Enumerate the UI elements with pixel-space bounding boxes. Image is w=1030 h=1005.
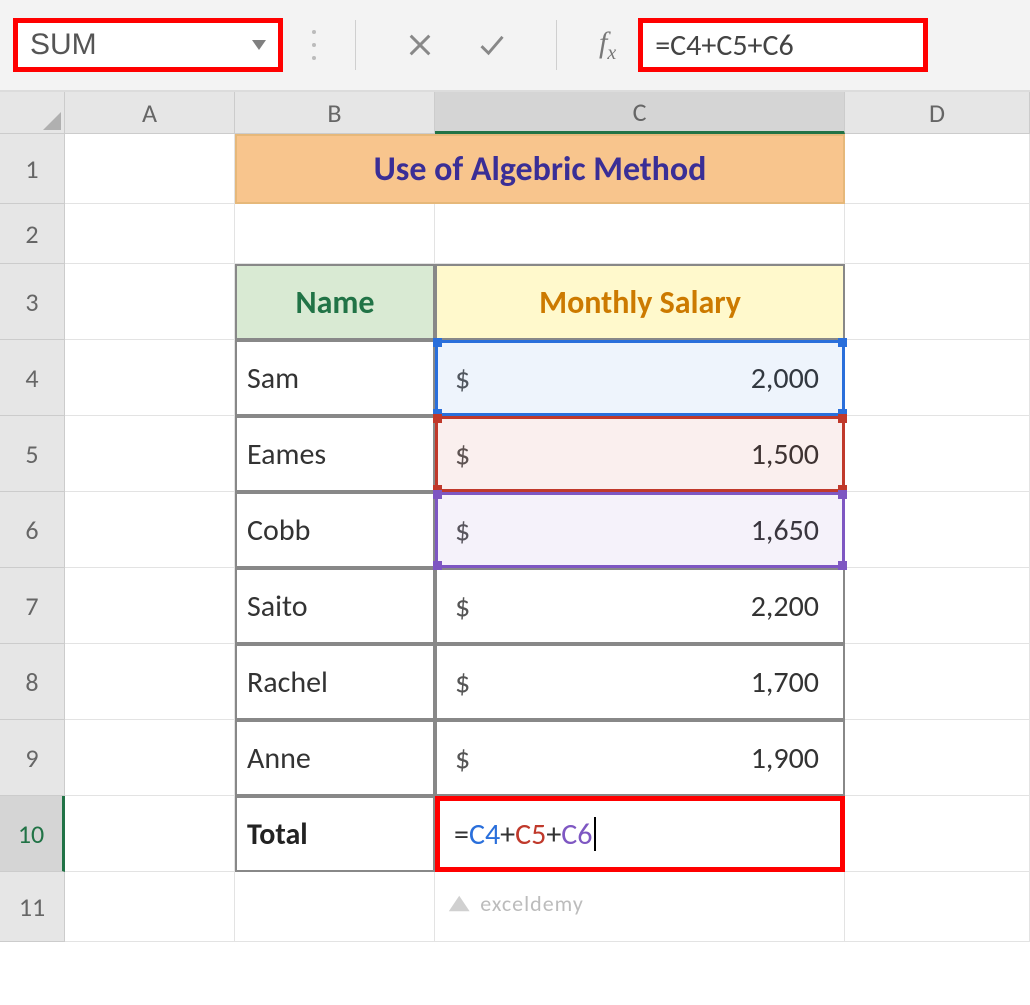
row-header-9[interactable]: 9	[0, 720, 65, 796]
cell-a2[interactable]	[65, 204, 235, 264]
formula-input[interactable]: =C4+C5+C6	[638, 18, 928, 72]
row-header-3[interactable]: 3	[0, 264, 65, 340]
logo-icon	[446, 891, 472, 917]
row-header-11[interactable]: 11	[0, 872, 65, 942]
row-header-7[interactable]: 7	[0, 568, 65, 644]
salary-value: 1,700	[751, 664, 819, 701]
cell-c10-editing[interactable]: = C4 + C5 + C6	[435, 796, 845, 872]
sheet-body: 1 2 3 4 5 6 7 8 9 10 11 Use of Algebric …	[0, 134, 1030, 942]
currency-symbol: $	[455, 588, 470, 625]
cell-d10[interactable]	[845, 796, 1030, 872]
watermark: exceldemy	[446, 890, 584, 917]
salary-value: 1,500	[751, 436, 819, 473]
cell-c7[interactable]: $2,200	[435, 568, 845, 644]
cell-d5[interactable]	[845, 416, 1030, 492]
cell-b2[interactable]	[235, 204, 435, 264]
cell-d9[interactable]	[845, 720, 1030, 796]
col-header-a[interactable]: A	[65, 92, 235, 134]
formula-text: =C4+C5+C6	[655, 27, 793, 64]
cell-a1[interactable]	[65, 134, 235, 204]
formula-bar: SUM fx =C4+C5+C6	[0, 0, 1030, 92]
cell-d4[interactable]	[845, 340, 1030, 416]
row-header-6[interactable]: 6	[0, 492, 65, 568]
cell-b7[interactable]: Saito	[235, 568, 435, 644]
cell-d11[interactable]	[845, 872, 1030, 942]
separator	[355, 20, 356, 70]
text-cursor-icon	[594, 817, 596, 851]
cell-c9[interactable]: $1,900	[435, 720, 845, 796]
header-salary[interactable]: Monthly Salary	[435, 264, 845, 340]
cell-d6[interactable]	[845, 492, 1030, 568]
cell-a9[interactable]	[65, 720, 235, 796]
cell-c5[interactable]: $1,500	[435, 416, 845, 492]
currency-symbol: $	[455, 512, 470, 549]
salary-value: 1,900	[751, 740, 819, 777]
formula-plus: +	[500, 816, 515, 853]
formula-ref-c5: C5	[515, 816, 546, 853]
formula-plus: +	[546, 816, 561, 853]
cell-a11[interactable]	[65, 872, 235, 942]
row-header-1[interactable]: 1	[0, 134, 65, 204]
cell-a8[interactable]	[65, 644, 235, 720]
check-icon	[478, 31, 506, 59]
currency-symbol: $	[455, 664, 470, 701]
row-header-8[interactable]: 8	[0, 644, 65, 720]
chevron-down-icon[interactable]	[252, 40, 266, 50]
cell-b4[interactable]: Sam	[235, 340, 435, 416]
row-header-10[interactable]: 10	[0, 796, 65, 872]
formula-ref-c4: C4	[469, 816, 500, 853]
cell-a5[interactable]	[65, 416, 235, 492]
insert-function-icon[interactable]: fx	[599, 26, 616, 65]
cell-b5[interactable]: Eames	[235, 416, 435, 492]
watermark-text: exceldemy	[480, 890, 584, 917]
name-box[interactable]: SUM	[13, 18, 283, 72]
cell-d8[interactable]	[845, 644, 1030, 720]
salary-value: 1,650	[751, 512, 819, 549]
cell-d2[interactable]	[845, 204, 1030, 264]
cell-a3[interactable]	[65, 264, 235, 340]
header-name[interactable]: Name	[235, 264, 435, 340]
cell-c8[interactable]: $1,700	[435, 644, 845, 720]
separator	[556, 20, 557, 70]
worksheet-grid[interactable]: Use of Algebric Method Name Monthly Sala…	[65, 134, 1030, 942]
row-headers: 1 2 3 4 5 6 7 8 9 10 11	[0, 134, 65, 942]
cell-a10[interactable]	[65, 796, 235, 872]
cell-c4[interactable]: $2,000	[435, 340, 845, 416]
enter-button[interactable]	[464, 17, 520, 73]
cell-d7[interactable]	[845, 568, 1030, 644]
name-box-value: SUM	[30, 28, 97, 62]
cell-d1[interactable]	[845, 134, 1030, 204]
col-header-c[interactable]: C	[435, 92, 845, 134]
select-all-triangle[interactable]	[0, 92, 65, 134]
currency-symbol: $	[455, 740, 470, 777]
cell-a4[interactable]	[65, 340, 235, 416]
cell-b6[interactable]: Cobb	[235, 492, 435, 568]
cell-a6[interactable]	[65, 492, 235, 568]
currency-symbol: $	[455, 360, 470, 397]
row-header-2[interactable]: 2	[0, 204, 65, 264]
cell-b11[interactable]	[235, 872, 435, 942]
cell-b10-total-label[interactable]: Total	[235, 796, 435, 872]
table-title[interactable]: Use of Algebric Method	[235, 134, 845, 204]
currency-symbol: $	[455, 436, 470, 473]
row-header-4[interactable]: 4	[0, 340, 65, 416]
divider-icon	[311, 30, 317, 60]
formula-eq: =	[454, 816, 469, 853]
cell-c2[interactable]	[435, 204, 845, 264]
cell-a7[interactable]	[65, 568, 235, 644]
triangle-icon	[43, 112, 61, 130]
col-header-d[interactable]: D	[845, 92, 1030, 134]
formula-ref-c6: C6	[561, 816, 592, 853]
cancel-button[interactable]	[392, 17, 448, 73]
col-header-b[interactable]: B	[235, 92, 435, 134]
salary-value: 2,000	[751, 360, 819, 397]
row-header-5[interactable]: 5	[0, 416, 65, 492]
x-icon	[406, 31, 434, 59]
cell-b9[interactable]: Anne	[235, 720, 435, 796]
cell-b8[interactable]: Rachel	[235, 644, 435, 720]
cell-c6[interactable]: $1,650	[435, 492, 845, 568]
cell-d3[interactable]	[845, 264, 1030, 340]
column-header-row: A B C D	[0, 92, 1030, 134]
salary-value: 2,200	[751, 588, 819, 625]
